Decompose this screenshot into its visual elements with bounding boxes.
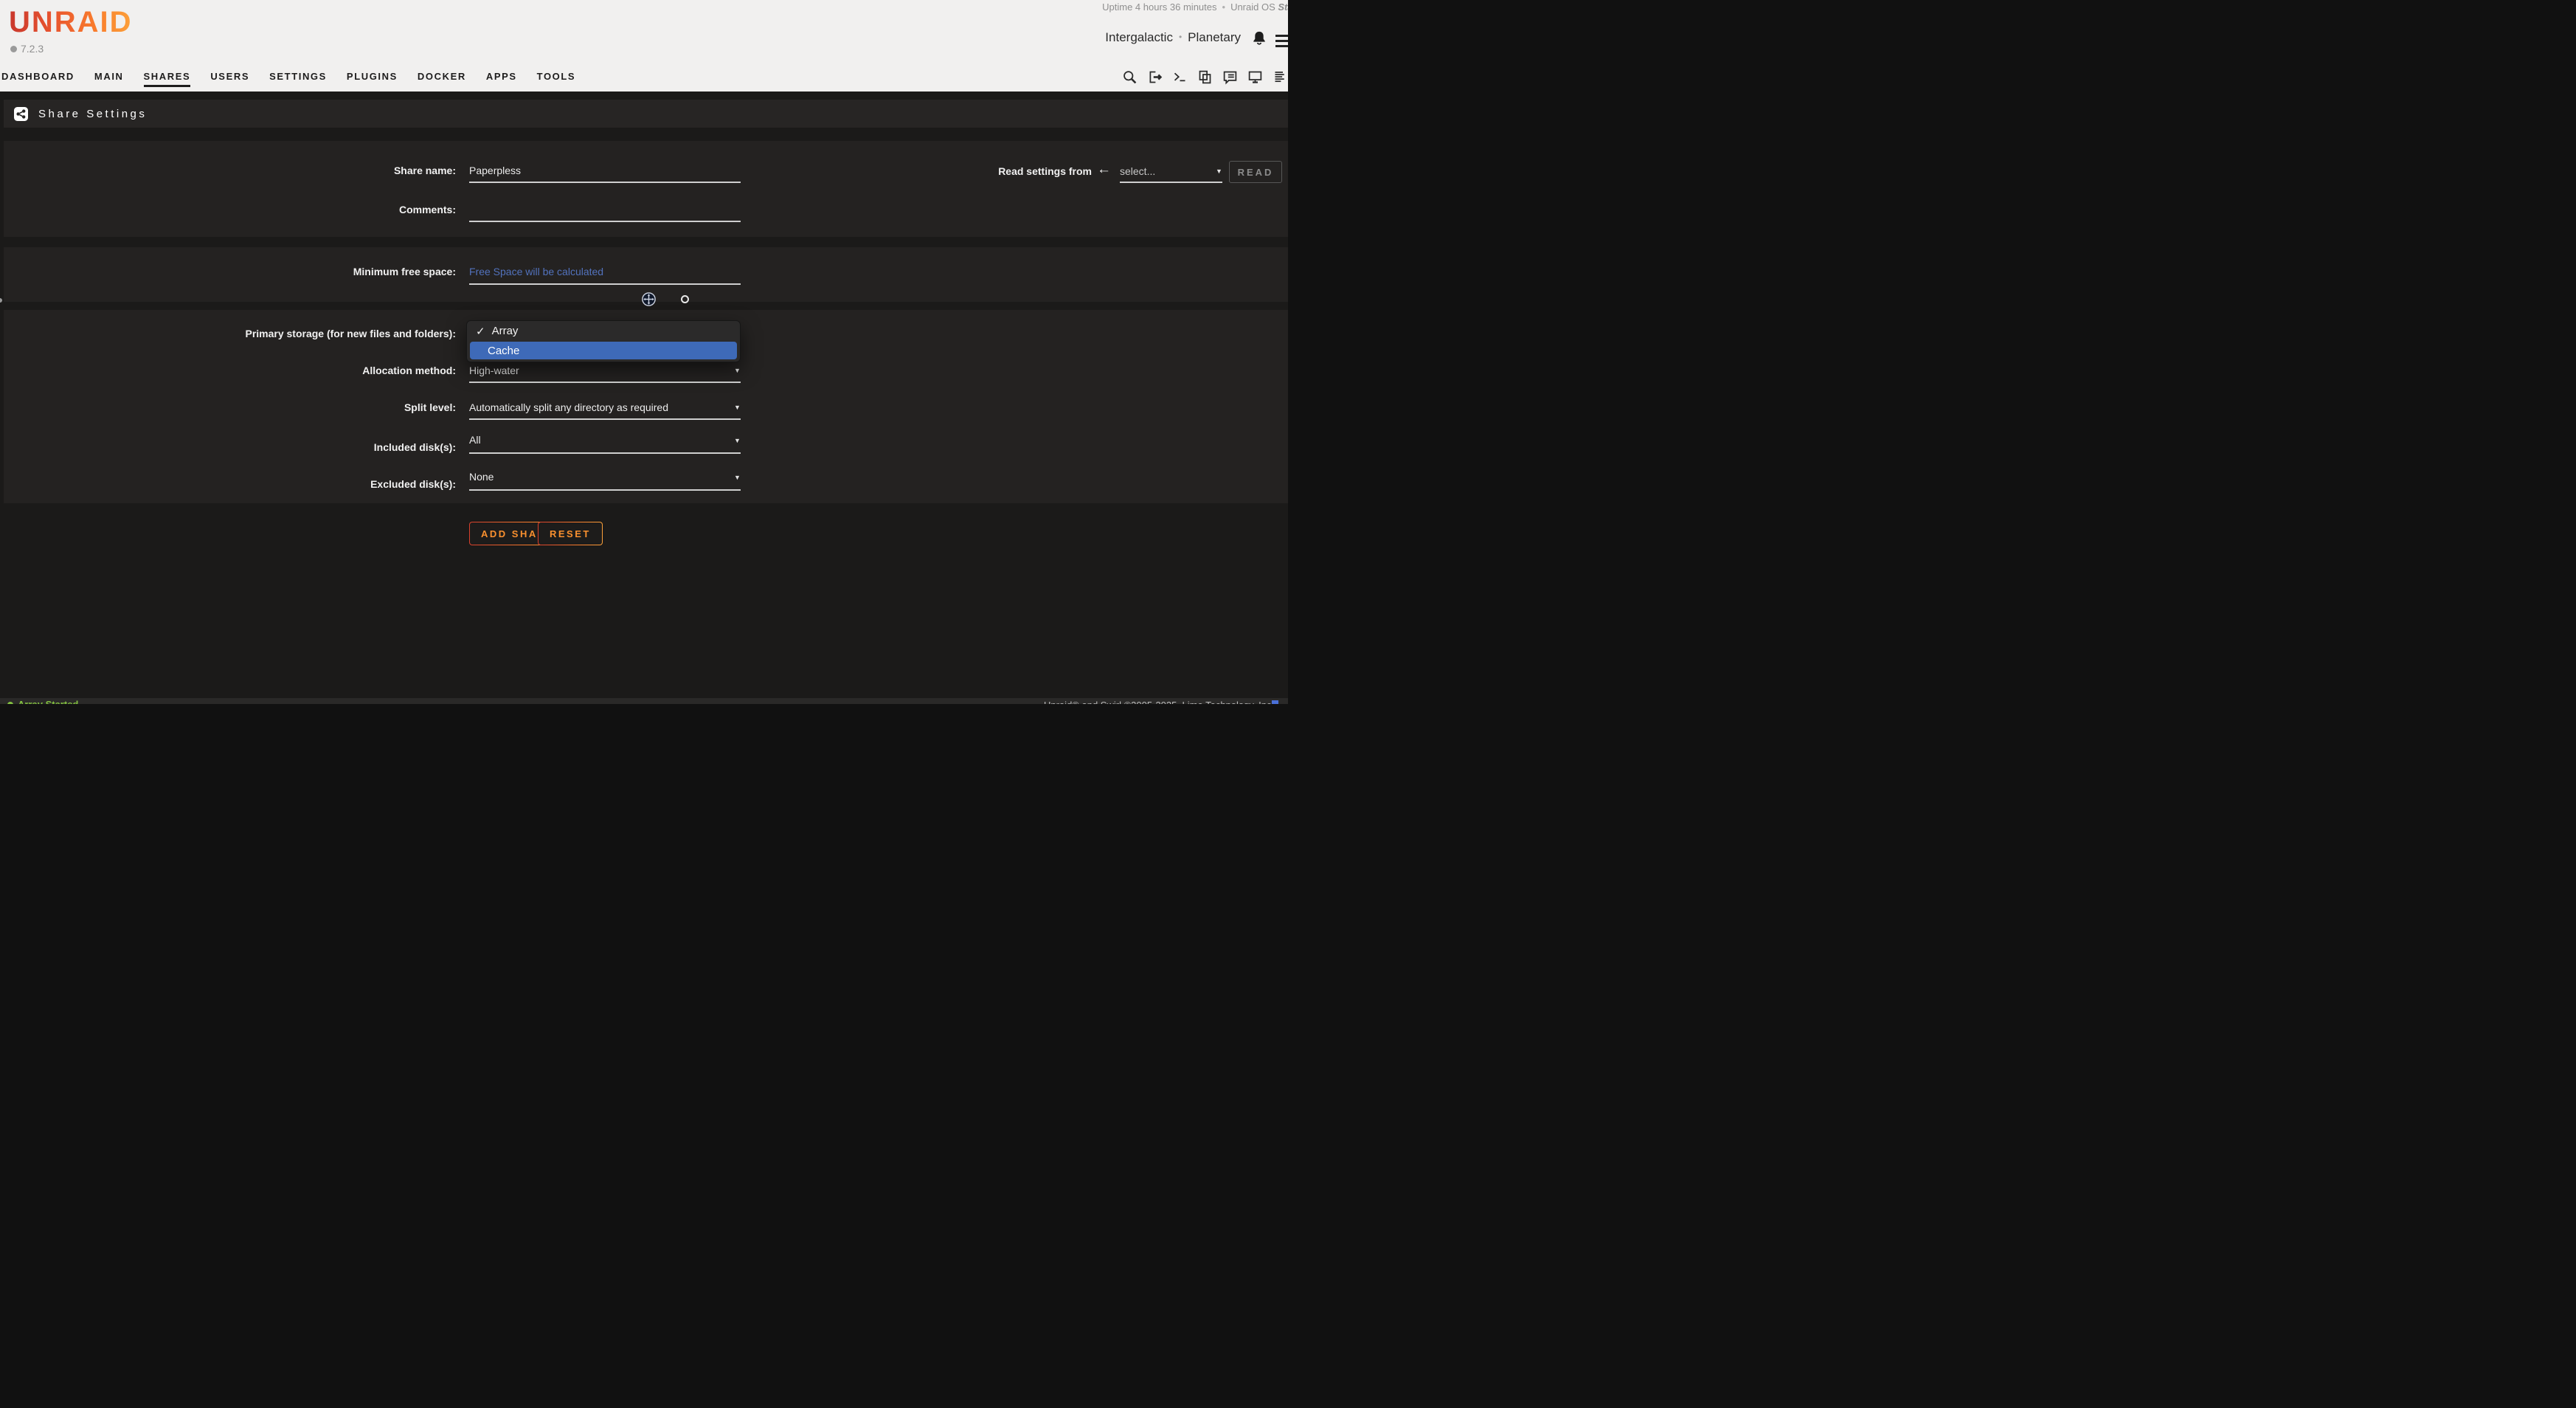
status-dot-icon — [7, 702, 13, 705]
included-disks-label: Included disk(s): — [0, 441, 456, 453]
share-name-label: Share name: — [0, 165, 456, 176]
main-nav: DASHBOARD MAIN SHARES USERS SETTINGS PLU… — [1, 71, 575, 87]
panel-name-comments — [4, 141, 1288, 237]
nav-users[interactable]: USERS — [210, 71, 249, 87]
caret-down-icon: ▼ — [734, 367, 741, 374]
read-settings-select[interactable]: select... — [1120, 165, 1216, 177]
uptime-text: Uptime 4 hours 36 minutes — [1102, 1, 1216, 13]
nav-main[interactable]: MAIN — [94, 71, 124, 87]
search-icon[interactable] — [1122, 69, 1138, 85]
unraid-logo[interactable]: UNRAID — [9, 6, 133, 39]
min-free-underline — [469, 283, 741, 285]
nav-shares[interactable]: SHARES — [144, 71, 191, 87]
uptime-line: Uptime 4 hours 36 minutes • Unraid OS Star… — [1102, 1, 1288, 13]
bullet-icon: • — [1179, 32, 1182, 42]
comments-underline — [469, 221, 741, 222]
primary-storage-label: Primary storage (for new files and folde… — [0, 328, 456, 339]
nav-docker[interactable]: DOCKER — [418, 71, 466, 87]
share-nodes-icon[interactable] — [14, 107, 28, 121]
logout-icon[interactable] — [1147, 69, 1163, 85]
terminal-icon[interactable] — [1172, 69, 1188, 85]
footer-bar: Array Started Unraid® and Swirl ©2005-20… — [0, 698, 1288, 704]
reset-button[interactable]: RESET — [538, 522, 603, 545]
version-text: 7.2.3 — [21, 43, 44, 55]
allocation-select[interactable]: High-water — [469, 365, 735, 376]
split-level-select[interactable]: Automatically split any directory as req… — [469, 401, 735, 413]
feedback-icon[interactable] — [1222, 69, 1238, 85]
share-name-input[interactable]: Paperpless — [469, 165, 735, 176]
header: UNRAID 7.2.3 Uptime 4 hours 36 minutes•U… — [0, 0, 1288, 92]
version-dot-icon — [10, 46, 17, 52]
caret-down-icon: ▼ — [1216, 168, 1222, 175]
allocation-underline — [469, 382, 741, 383]
version-badge: 7.2.3 — [10, 43, 44, 55]
included-disks-underline — [469, 452, 741, 454]
allocation-label: Allocation method: — [0, 365, 456, 376]
dropdown-option-cache[interactable]: Cache — [470, 342, 737, 359]
nav-tools[interactable]: TOOLS — [537, 71, 576, 87]
nav-dashboard[interactable]: DASHBOARD — [1, 71, 75, 87]
footer-link-icon[interactable] — [1272, 700, 1278, 704]
arrow-left-icon: ← — [1097, 162, 1111, 178]
bullet-icon: • — [1222, 1, 1226, 13]
move-cursor-icon — [642, 292, 656, 306]
server-description: Planetary — [1188, 30, 1241, 44]
array-status: Array Started — [7, 699, 78, 704]
included-disks-select[interactable]: All — [469, 434, 735, 446]
edge-dot-artifact — [0, 298, 2, 303]
check-icon: ✓ — [476, 325, 485, 338]
os-edition: Unraid OS Start — [1230, 1, 1288, 13]
caret-down-icon: ▼ — [734, 404, 741, 411]
page-title: Share Settings — [38, 108, 147, 120]
excluded-disks-label: Excluded disk(s): — [0, 478, 456, 490]
caret-down-icon: ▼ — [734, 474, 741, 481]
cursor-ring-artifact — [681, 295, 689, 303]
header-toolbar — [1122, 69, 1288, 85]
monitor-icon[interactable] — [1247, 69, 1263, 85]
read-settings-underline — [1120, 182, 1222, 183]
excluded-disks-select[interactable]: None — [469, 471, 735, 483]
split-level-label: Split level: — [0, 401, 456, 413]
nav-plugins[interactable]: PLUGINS — [347, 71, 398, 87]
excluded-disks-underline — [469, 489, 741, 491]
split-level-underline — [469, 418, 741, 420]
nav-settings[interactable]: SETTINGS — [269, 71, 327, 87]
caret-down-icon: ▼ — [734, 437, 741, 444]
nav-apps[interactable]: APPS — [486, 71, 517, 87]
read-settings-label: Read settings from — [944, 165, 1092, 177]
min-free-input[interactable]: Free Space will be calculated — [469, 266, 735, 277]
primary-storage-dropdown: ✓ Array Cache — [466, 320, 741, 362]
server-line: Intergalactic • Planetary — [1105, 30, 1241, 45]
dropdown-option-array[interactable]: ✓ Array — [476, 325, 518, 338]
copyright-text: Unraid® and Swirl ©2005-2025, Lime Techn… — [1044, 700, 1274, 704]
comments-label: Comments: — [0, 204, 456, 215]
page-title-bar: Share Settings — [4, 100, 1288, 128]
copy-icon[interactable] — [1197, 69, 1213, 85]
notifications-bell-icon[interactable] — [1251, 30, 1267, 47]
menu-hamburger-icon[interactable] — [1275, 35, 1288, 50]
log-icon[interactable] — [1273, 69, 1288, 85]
read-button[interactable]: READ — [1229, 161, 1282, 183]
unraid-page: UNRAID 7.2.3 Uptime 4 hours 36 minutes•U… — [0, 0, 1288, 704]
min-free-label: Minimum free space: — [0, 266, 456, 277]
share-name-underline — [469, 182, 741, 183]
server-name[interactable]: Intergalactic — [1105, 30, 1173, 44]
